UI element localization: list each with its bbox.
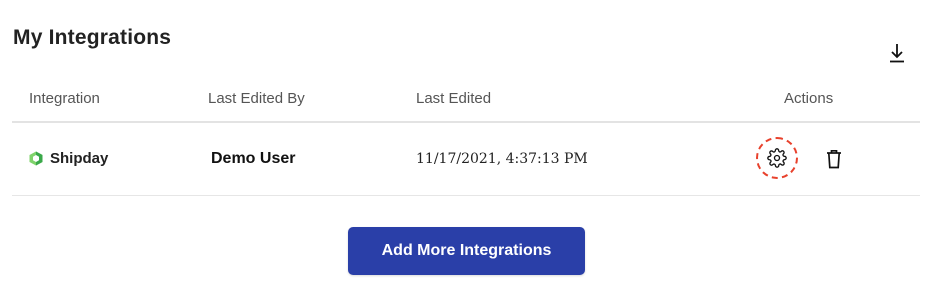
download-button[interactable] <box>884 40 910 66</box>
settings-button[interactable] <box>756 137 798 179</box>
integration-name: Shipday <box>50 150 109 167</box>
last-edited-value: 11/17/2021, 4:37:13 PM <box>416 151 588 167</box>
header-last-edited: Last Edited <box>416 90 492 107</box>
integration-cell: Shipday <box>29 150 108 167</box>
hexagon-logo-icon <box>29 151 43 166</box>
page-title: My Integrations <box>13 26 172 49</box>
add-more-integrations-button[interactable]: Add More Integrations <box>348 227 585 275</box>
integrations-table: Integration Last Edited By Last Edited A… <box>12 77 920 196</box>
delete-button[interactable] <box>824 148 844 170</box>
header-last-edited-by: Last Edited By <box>208 90 305 107</box>
download-icon[interactable] <box>889 43 905 63</box>
gear-icon[interactable] <box>767 148 787 168</box>
table-header: Integration Last Edited By Last Edited A… <box>12 77 920 123</box>
last-edited-by-value: Demo User <box>211 150 296 167</box>
header-integration: Integration <box>29 90 100 107</box>
header-actions: Actions <box>784 90 834 107</box>
table-row: Shipday Demo User 11/17/2021, 4:37:13 PM <box>12 123 920 196</box>
trash-icon[interactable] <box>826 149 842 169</box>
